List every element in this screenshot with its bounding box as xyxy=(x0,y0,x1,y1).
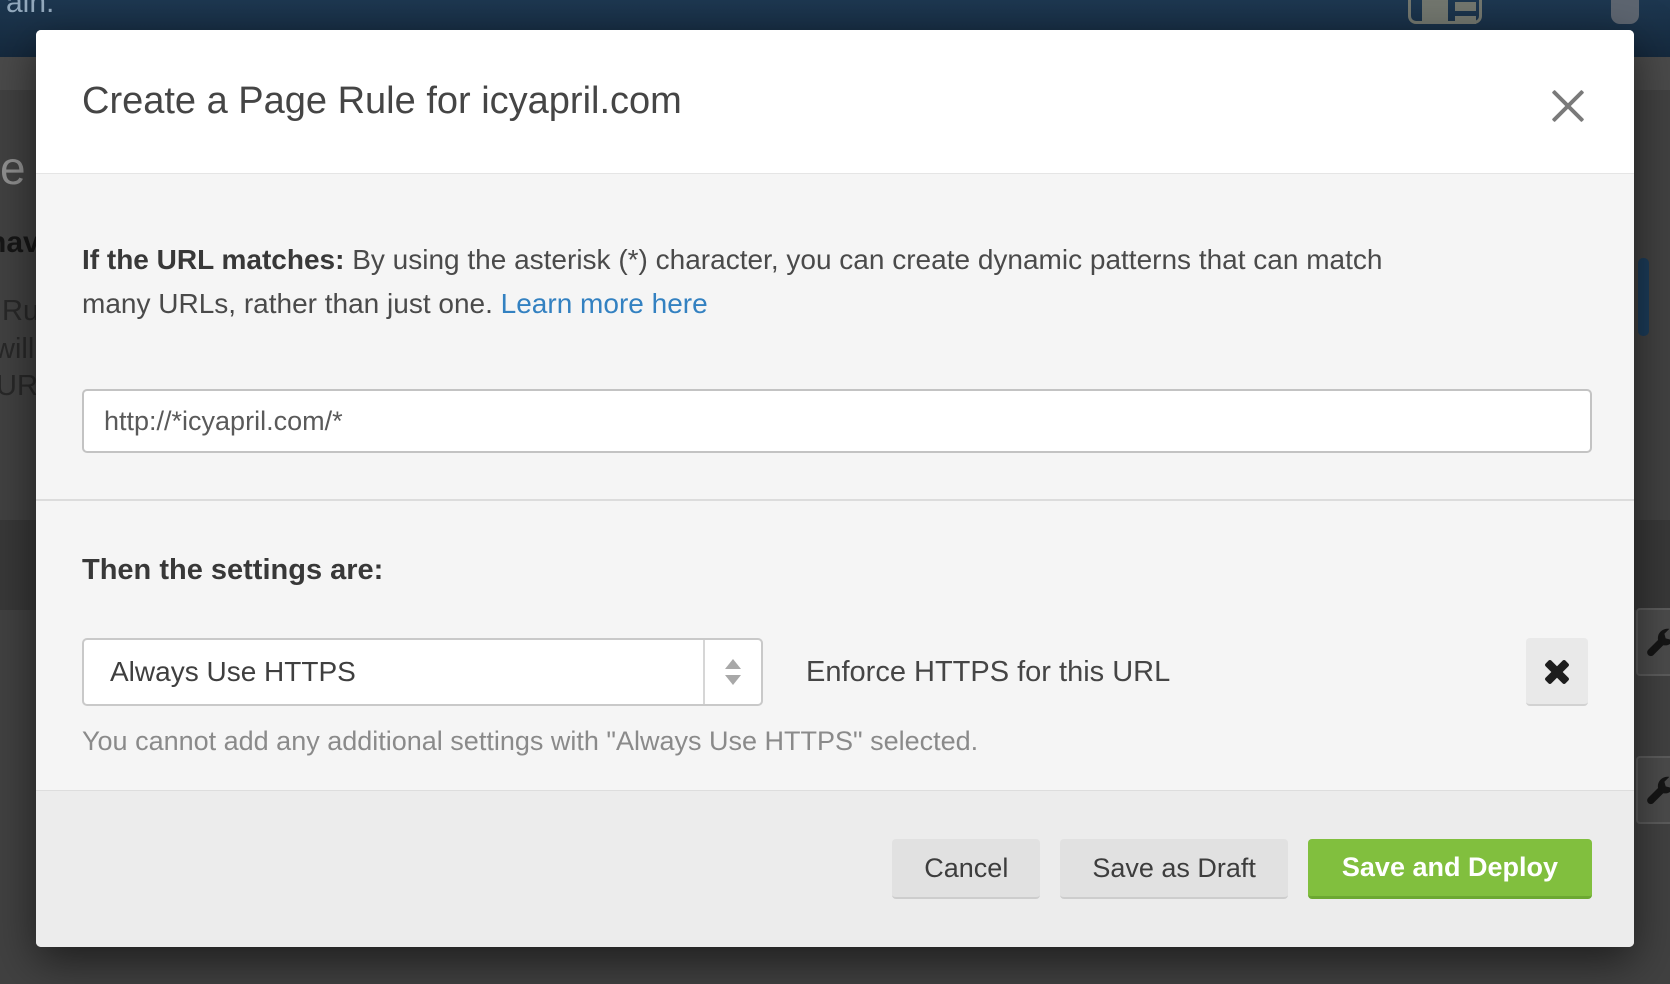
setting-select-value: Always Use HTTPS xyxy=(110,640,356,704)
cancel-button[interactable]: Cancel xyxy=(892,839,1040,899)
url-pattern-input[interactable] xyxy=(82,389,1592,453)
background-text-fragment: nav xyxy=(0,226,40,260)
learn-more-link[interactable]: Learn more here xyxy=(501,288,708,319)
background-text-fragment: UR xyxy=(0,370,38,403)
page-title: Create a Page Rule for icyapril.com xyxy=(82,80,682,123)
wrench-icon xyxy=(1643,626,1670,660)
background-domain-text: ain. xyxy=(6,0,54,20)
setting-select[interactable]: Always Use HTTPS xyxy=(82,638,763,706)
heavy-x-icon xyxy=(1543,668,1571,676)
setting-description: Enforce HTTPS for this URL xyxy=(806,638,1170,706)
background-wrench-tile xyxy=(1636,608,1670,676)
wrench-icon xyxy=(1643,774,1670,808)
pill-icon xyxy=(1611,0,1639,24)
grid-list-icon xyxy=(1408,0,1482,24)
section-divider xyxy=(36,499,1634,501)
modal-body: If the URL matches: By using the asteris… xyxy=(36,174,1634,790)
url-match-text-line2: many URLs, rather than just one. xyxy=(82,288,501,319)
setting-row: Always Use HTTPS Enforce HTTPS for this … xyxy=(82,638,1588,706)
close-icon[interactable] xyxy=(1550,88,1586,124)
background-wrench-tile xyxy=(1636,756,1670,824)
background-text-fragment: Ru xyxy=(2,295,39,328)
modal-footer: Cancel Save as Draft Save and Deploy xyxy=(36,790,1634,947)
remove-setting-button[interactable] xyxy=(1526,638,1588,706)
settings-heading: Then the settings are: xyxy=(82,554,383,587)
up-down-arrows-icon[interactable] xyxy=(703,640,761,704)
background-blue-button-fragment xyxy=(1638,258,1649,336)
screen: ain. e nav Ru will UR Create a Page Rule… xyxy=(0,0,1670,984)
background-text-fragment: will xyxy=(0,333,34,366)
url-match-text-line1: By using the asterisk (*) character, you… xyxy=(344,244,1382,275)
url-match-description: If the URL matches: By using the asteris… xyxy=(82,238,1562,326)
save-as-draft-button[interactable]: Save as Draft xyxy=(1060,839,1288,899)
modal-header: Create a Page Rule for icyapril.com xyxy=(36,30,1634,174)
create-page-rule-modal: Create a Page Rule for icyapril.com If t… xyxy=(36,30,1634,947)
url-match-label: If the URL matches: xyxy=(82,244,344,275)
down-arrow-icon xyxy=(725,675,741,685)
background-text-fragment: e xyxy=(0,141,26,195)
save-and-deploy-button[interactable]: Save and Deploy xyxy=(1308,839,1592,899)
up-arrow-icon xyxy=(725,659,741,669)
setting-note: You cannot add any additional settings w… xyxy=(82,726,978,757)
